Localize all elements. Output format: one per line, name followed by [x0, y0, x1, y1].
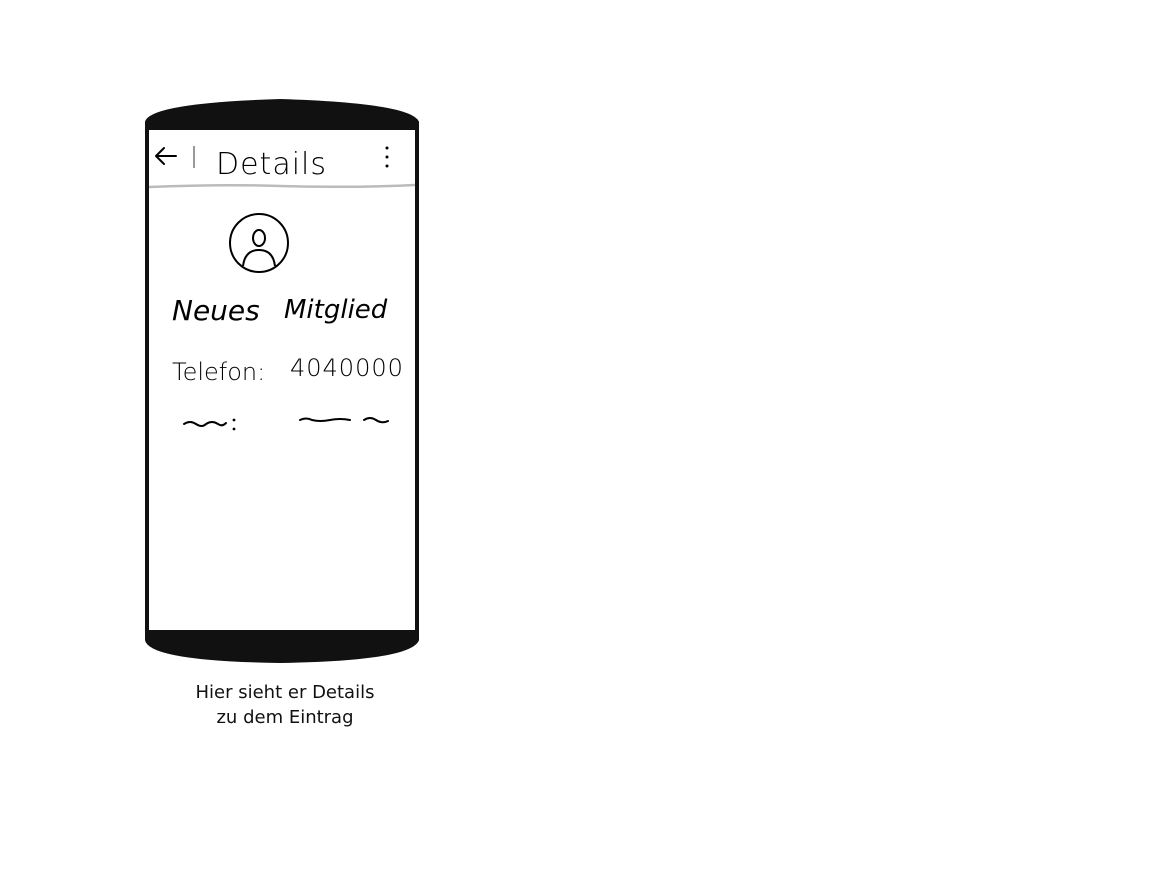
profile-last-name: Mitglied — [284, 295, 388, 325]
caption-line-1: Hier sieht er Details — [195, 682, 375, 703]
app-bar-divider — [148, 183, 416, 189]
caption-line-2: zu dem Eintrag — [216, 707, 354, 728]
phone-sketch: Details Neues Mitglied Telefon: 4040000 — [145, 98, 419, 664]
profile-first-name: Neues — [172, 294, 260, 327]
field-value-telefon: 4040000 — [290, 354, 404, 382]
screen-caption: Hier sieht er Details zu dem Eintrag — [150, 680, 420, 730]
page-title: Details — [216, 147, 327, 182]
field-label-telefon: Telefon: — [172, 358, 265, 386]
